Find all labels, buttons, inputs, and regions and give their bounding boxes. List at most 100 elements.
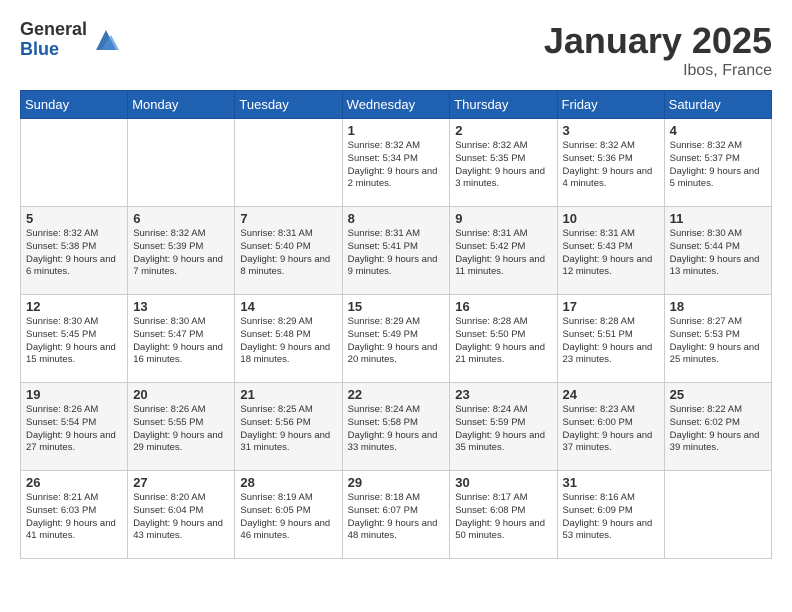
day-info: Sunrise: 8:21 AM Sunset: 6:03 PM Dayligh… (26, 492, 122, 543)
day-number: 4 (670, 123, 766, 138)
day-number: 14 (240, 299, 336, 314)
calendar-week-row: 19 Sunrise: 8:26 AM Sunset: 5:54 PM Dayli… (21, 383, 772, 471)
day-number: 19 (26, 387, 122, 402)
calendar-cell: 18Sunrise: 8:27 AM Sunset: 5:53 PM Dayli… (664, 295, 771, 383)
calendar-cell: 14Sunrise: 8:29 AM Sunset: 5:48 PM Dayli… (235, 295, 342, 383)
calendar-cell: 4 Sunrise: 8:32 AM Sunset: 5:37 PM Daylig… (664, 119, 771, 207)
day-header-wednesday: Wednesday (342, 91, 450, 119)
calendar-cell: 1 Sunrise: 8:32 AM Sunset: 5:34 PM Daylig… (342, 119, 450, 207)
day-info: Sunrise: 8:31 AM Sunset: 5:42 PM Dayligh… (455, 228, 551, 279)
day-number: 20 (133, 387, 229, 402)
day-number: 21 (240, 387, 336, 402)
day-number: 6 (133, 211, 229, 226)
calendar-cell: 27Sunrise: 8:20 AM Sunset: 6:04 PM Dayli… (128, 471, 235, 559)
day-info: Sunrise: 8:24 AM Sunset: 5:59 PM Dayligh… (455, 404, 551, 455)
page: General Blue January 2025 Ibos, France S… (0, 0, 792, 569)
day-number: 22 (348, 387, 445, 402)
day-header-thursday: Thursday (450, 91, 557, 119)
day-number: 23 (455, 387, 551, 402)
day-number: 9 (455, 211, 551, 226)
calendar-cell: 10Sunrise: 8:31 AM Sunset: 5:43 PM Dayli… (557, 207, 664, 295)
calendar-cell: 22Sunrise: 8:24 AM Sunset: 5:58 PM Dayli… (342, 383, 450, 471)
day-header-friday: Friday (557, 91, 664, 119)
day-info: Sunrise: 8:31 AM Sunset: 5:40 PM Dayligh… (240, 228, 336, 279)
day-info: Sunrise: 8:30 AM Sunset: 5:45 PM Dayligh… (26, 316, 122, 367)
day-number: 12 (26, 299, 122, 314)
day-info: Sunrise: 8:17 AM Sunset: 6:08 PM Dayligh… (455, 492, 551, 543)
day-number: 5 (26, 211, 122, 226)
day-info: Sunrise: 8:28 AM Sunset: 5:51 PM Dayligh… (563, 316, 659, 367)
day-number: 17 (563, 299, 659, 314)
day-info: Sunrise: 8:32 AM Sunset: 5:38 PM Dayligh… (26, 228, 122, 279)
day-number: 26 (26, 475, 122, 490)
day-header-tuesday: Tuesday (235, 91, 342, 119)
calendar-cell: 25Sunrise: 8:22 AM Sunset: 6:02 PM Dayli… (664, 383, 771, 471)
calendar-cell (664, 471, 771, 559)
calendar-cell (128, 119, 235, 207)
logo-icon (91, 25, 121, 55)
day-info: Sunrise: 8:32 AM Sunset: 5:37 PM Dayligh… (670, 140, 766, 191)
calendar-cell: 6 Sunrise: 8:32 AM Sunset: 5:39 PM Daylig… (128, 207, 235, 295)
calendar-cell: 2Sunrise: 8:32 AM Sunset: 5:35 PM Daylig… (450, 119, 557, 207)
calendar-cell: 7 Sunrise: 8:31 AM Sunset: 5:40 PM Daylig… (235, 207, 342, 295)
day-number: 11 (670, 211, 766, 226)
day-info: Sunrise: 8:18 AM Sunset: 6:07 PM Dayligh… (348, 492, 445, 543)
day-info: Sunrise: 8:32 AM Sunset: 5:34 PM Dayligh… (348, 140, 445, 191)
day-number: 3 (563, 123, 659, 138)
logo-text: General Blue (20, 20, 87, 60)
day-info: Sunrise: 8:32 AM Sunset: 5:36 PM Dayligh… (563, 140, 659, 191)
header: General Blue January 2025 Ibos, France (20, 20, 772, 80)
calendar-cell: 17 Sunrise: 8:28 AM Sunset: 5:51 PM Dayli… (557, 295, 664, 383)
calendar-cell: 30Sunrise: 8:17 AM Sunset: 6:08 PM Dayli… (450, 471, 557, 559)
calendar-cell: 23 Sunrise: 8:24 AM Sunset: 5:59 PM Dayli… (450, 383, 557, 471)
calendar-cell: 9 Sunrise: 8:31 AM Sunset: 5:42 PM Daylig… (450, 207, 557, 295)
calendar-cell: 20Sunrise: 8:26 AM Sunset: 5:55 PM Dayli… (128, 383, 235, 471)
logo: General Blue (20, 20, 121, 60)
calendar-cell: 29 Sunrise: 8:18 AM Sunset: 6:07 PM Dayli… (342, 471, 450, 559)
day-number: 15 (348, 299, 445, 314)
logo-general: General (20, 20, 87, 40)
calendar-cell: 13 Sunrise: 8:30 AM Sunset: 5:47 PM Dayli… (128, 295, 235, 383)
day-number: 27 (133, 475, 229, 490)
calendar-cell: 3 Sunrise: 8:32 AM Sunset: 5:36 PM Daylig… (557, 119, 664, 207)
day-header-monday: Monday (128, 91, 235, 119)
day-number: 7 (240, 211, 336, 226)
day-info: Sunrise: 8:32 AM Sunset: 5:39 PM Dayligh… (133, 228, 229, 279)
logo-blue: Blue (20, 40, 87, 60)
calendar-cell: 28Sunrise: 8:19 AM Sunset: 6:05 PM Dayli… (235, 471, 342, 559)
calendar-header-row: SundayMondayTuesdayWednesdayThursdayFrid… (21, 91, 772, 119)
calendar-cell: 24Sunrise: 8:23 AM Sunset: 6:00 PM Dayli… (557, 383, 664, 471)
day-info: Sunrise: 8:22 AM Sunset: 6:02 PM Dayligh… (670, 404, 766, 455)
calendar-week-row: 1 Sunrise: 8:32 AM Sunset: 5:34 PM Daylig… (21, 119, 772, 207)
calendar-cell: 8Sunrise: 8:31 AM Sunset: 5:41 PM Daylig… (342, 207, 450, 295)
calendar-cell: 5 Sunrise: 8:32 AM Sunset: 5:38 PM Daylig… (21, 207, 128, 295)
day-number: 29 (348, 475, 445, 490)
calendar-cell: 11 Sunrise: 8:30 AM Sunset: 5:44 PM Dayli… (664, 207, 771, 295)
day-info: Sunrise: 8:31 AM Sunset: 5:41 PM Dayligh… (348, 228, 445, 279)
day-number: 31 (563, 475, 659, 490)
day-info: Sunrise: 8:30 AM Sunset: 5:44 PM Dayligh… (670, 228, 766, 279)
day-info: Sunrise: 8:19 AM Sunset: 6:05 PM Dayligh… (240, 492, 336, 543)
day-number: 1 (348, 123, 445, 138)
day-info: Sunrise: 8:28 AM Sunset: 5:50 PM Dayligh… (455, 316, 551, 367)
day-number: 16 (455, 299, 551, 314)
calendar-cell: 12 Sunrise: 8:30 AM Sunset: 5:45 PM Dayli… (21, 295, 128, 383)
day-header-sunday: Sunday (21, 91, 128, 119)
calendar-week-row: 5 Sunrise: 8:32 AM Sunset: 5:38 PM Daylig… (21, 207, 772, 295)
calendar-cell (235, 119, 342, 207)
day-info: Sunrise: 8:26 AM Sunset: 5:54 PM Dayligh… (26, 404, 122, 455)
day-number: 24 (563, 387, 659, 402)
day-info: Sunrise: 8:25 AM Sunset: 5:56 PM Dayligh… (240, 404, 336, 455)
day-info: Sunrise: 8:32 AM Sunset: 5:35 PM Dayligh… (455, 140, 551, 191)
calendar-cell: 16 Sunrise: 8:28 AM Sunset: 5:50 PM Dayli… (450, 295, 557, 383)
month-title: January 2025 (544, 20, 772, 62)
calendar-cell: 31Sunrise: 8:16 AM Sunset: 6:09 PM Dayli… (557, 471, 664, 559)
location: Ibos, France (544, 62, 772, 80)
calendar-week-row: 26 Sunrise: 8:21 AM Sunset: 6:03 PM Dayli… (21, 471, 772, 559)
day-number: 13 (133, 299, 229, 314)
calendar-table: SundayMondayTuesdayWednesdayThursdayFrid… (20, 90, 772, 559)
day-info: Sunrise: 8:29 AM Sunset: 5:49 PM Dayligh… (348, 316, 445, 367)
calendar-cell: 19 Sunrise: 8:26 AM Sunset: 5:54 PM Dayli… (21, 383, 128, 471)
day-info: Sunrise: 8:30 AM Sunset: 5:47 PM Dayligh… (133, 316, 229, 367)
calendar-cell: 21 Sunrise: 8:25 AM Sunset: 5:56 PM Dayli… (235, 383, 342, 471)
